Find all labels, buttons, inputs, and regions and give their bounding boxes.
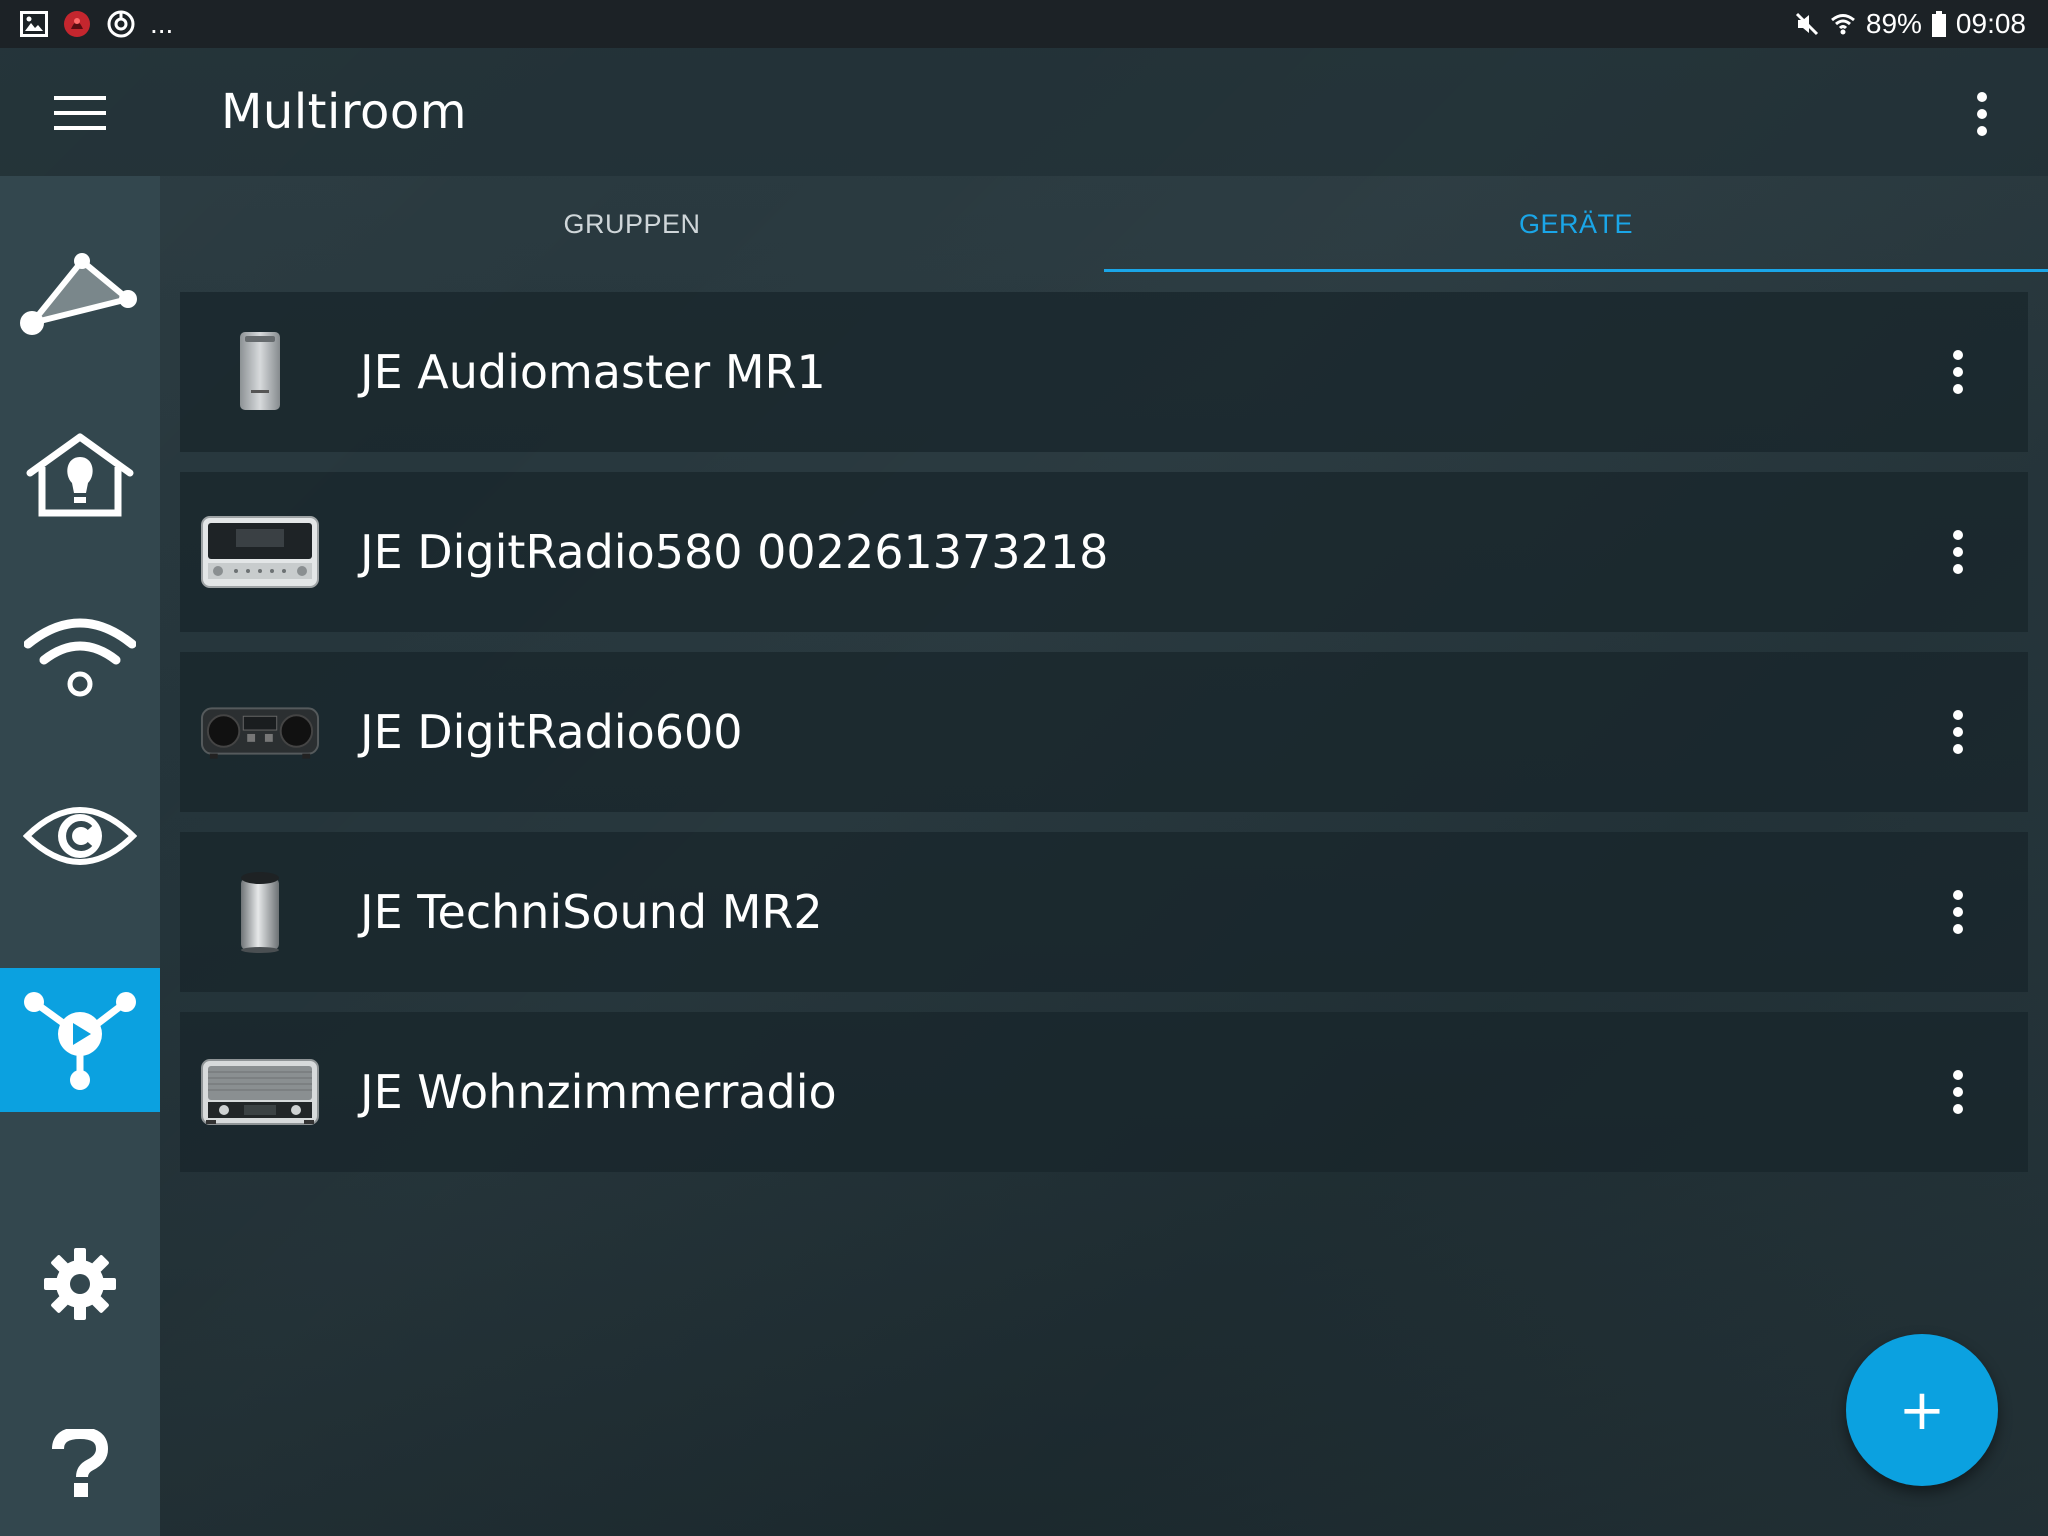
device-menu-button[interactable] [1928,342,1988,402]
app-bar: Multiroom [0,48,2048,176]
more-vert-icon [1977,92,1987,136]
status-bar-right: 89% 09:08 [1794,0,2026,48]
device-name: JE DigitRadio580 002261373218 [360,525,1109,579]
multiroom-play-icon [24,992,136,1090]
device-menu-button[interactable] [1928,702,1988,762]
sync-icon [106,9,136,39]
wifi-setup-icon [24,618,136,697]
nav-wifi[interactable] [0,584,160,728]
nav-smart-home[interactable] [0,404,160,548]
more-vert-icon [1953,890,1963,934]
side-navigation [0,176,160,1536]
more-vert-icon [1953,1070,1963,1114]
smart-home-icon [26,433,134,517]
device-row-technisound-mr2[interactable]: JE TechniSound MR2 [180,832,2028,992]
battery-icon [1931,11,1946,37]
device-menu-button[interactable] [1928,882,1988,942]
hamburger-menu-button[interactable] [40,88,120,138]
clock: 09:08 [1955,8,2026,39]
device-row-digitradio600[interactable]: JE DigitRadio600 [180,652,2028,812]
silver-radio-icon [200,502,320,602]
nav-settings[interactable] [0,1212,160,1356]
tab-gruppen[interactable]: GRUPPEN [160,176,1104,272]
tab-active-indicator [1104,269,2048,272]
tab-bar: GRUPPEN GERÄTE [160,176,2048,272]
device-name: JE TechniSound MR2 [360,885,823,939]
retro-radio-icon [200,1042,320,1142]
help-question-icon [52,1429,108,1497]
plus-icon: + [1898,1377,1946,1443]
hamburger-icon [54,96,106,130]
gallery-icon [20,11,48,37]
status-more-indicator: ... [150,8,174,39]
tower-speaker-icon [200,322,320,422]
gear-icon [44,1248,116,1320]
device-row-digitradio580[interactable]: JE DigitRadio580 002261373218 [180,472,2028,632]
add-device-fab[interactable]: + [1846,1334,1998,1486]
overflow-menu-button[interactable] [1952,84,2012,144]
black-radio-icon [200,682,320,782]
wifi-icon [1830,11,1856,37]
app-notification-icon [62,9,92,39]
more-vert-icon [1953,530,1963,574]
nav-network-triangle[interactable] [0,224,160,368]
nav-multiroom[interactable] [0,968,160,1112]
page-title: Multiroom [221,84,467,140]
more-vert-icon [1953,350,1963,394]
nav-eye-view[interactable] [0,764,160,908]
nav-help[interactable] [0,1392,160,1536]
battery-percent: 89% [1865,8,1922,39]
device-name: JE Wohnzimmerradio [360,1065,837,1119]
more-vert-icon [1953,710,1963,754]
status-bar: ... 89% 09:08 [0,0,2048,48]
mute-icon [1794,11,1820,37]
device-menu-button[interactable] [1928,522,1988,582]
network-triangle-icon [20,253,137,335]
device-name: JE Audiomaster MR1 [360,345,826,399]
cylinder-speaker-icon [200,862,320,962]
status-bar-left: ... [20,8,173,40]
eye-icon [23,807,137,865]
device-menu-button[interactable] [1928,1062,1988,1122]
device-row-audiomaster-mr1[interactable]: JE Audiomaster MR1 [180,292,2028,452]
device-name: JE DigitRadio600 [360,705,743,759]
device-row-wohnzimmerradio[interactable]: JE Wohnzimmerradio [180,1012,2028,1172]
tab-geraete[interactable]: GERÄTE [1104,176,2048,272]
